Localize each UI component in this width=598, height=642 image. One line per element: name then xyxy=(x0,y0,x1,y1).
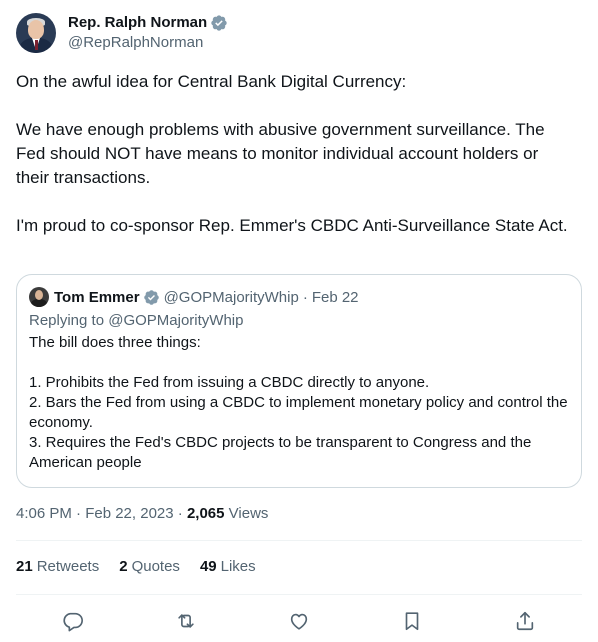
verified-badge-icon xyxy=(211,15,227,31)
reply-icon xyxy=(62,612,83,632)
quoted-author-handle: @GOPMajorityWhip xyxy=(163,288,299,306)
quoted-author-avatar xyxy=(29,287,49,307)
tweet-text: On the awful idea for Central Bank Digit… xyxy=(16,72,568,235)
retweets-label: Retweets xyxy=(36,558,100,575)
bookmark-icon xyxy=(405,612,419,631)
action-bar xyxy=(16,604,582,638)
tweet-timestamp[interactable]: 4:06 PM · Feb 22, 2023 xyxy=(16,505,174,522)
quoted-author-display-name: Tom Emmer xyxy=(54,288,140,306)
likes-count: 49 xyxy=(199,558,217,575)
meta-separator: · xyxy=(177,505,183,522)
quoted-date: Feb 22 xyxy=(311,288,359,306)
tweet-meta: 4:06 PM · Feb 22, 2023 · 2,065 Views xyxy=(16,504,268,524)
reply-button[interactable] xyxy=(56,604,90,638)
retweets-count: 21 xyxy=(16,558,33,575)
author-avatar[interactable] xyxy=(16,13,56,53)
author-display-name[interactable]: Rep. Ralph Norman xyxy=(68,13,207,33)
quoted-separator: · xyxy=(302,288,308,306)
verified-badge-icon xyxy=(143,289,159,305)
engagement-stats: 21 Retweets 2 Quotes 49 Likes xyxy=(16,557,276,577)
share-icon xyxy=(517,611,534,631)
likes-label: Likes xyxy=(220,558,256,575)
views-label: Views xyxy=(228,505,269,522)
retweet-button[interactable] xyxy=(169,604,203,638)
retweet-icon xyxy=(178,614,194,628)
quoted-tweet[interactable]: Tom Emmer @GOPMajorityWhip · Feb 22 Repl… xyxy=(16,274,582,488)
quoted-tweet-header: Tom Emmer @GOPMajorityWhip · Feb 22 xyxy=(29,287,569,307)
quoted-replying-to: Replying to @GOPMajorityWhip xyxy=(29,312,244,329)
quotes-label: Quotes xyxy=(131,558,180,575)
like-button[interactable] xyxy=(282,604,316,638)
retweets-stat[interactable]: 21 Retweets xyxy=(16,557,99,577)
quotes-stat[interactable]: 2 Quotes xyxy=(119,557,180,577)
heart-icon xyxy=(290,613,308,630)
divider xyxy=(16,540,582,541)
quotes-count: 2 xyxy=(119,558,128,575)
author-names: Rep. Ralph Norman @RepRalphNorman xyxy=(68,13,228,53)
views-count: 2,065 xyxy=(186,505,225,522)
divider xyxy=(16,594,582,595)
bookmark-button[interactable] xyxy=(395,604,429,638)
tweet-header: Rep. Ralph Norman @RepRalphNorman xyxy=(16,12,582,54)
likes-stat[interactable]: 49 Likes xyxy=(200,557,256,577)
share-button[interactable] xyxy=(508,604,542,638)
author-handle[interactable]: @RepRalphNorman xyxy=(68,33,228,53)
quoted-tweet-text: The bill does three things: 1. Prohibits… xyxy=(29,334,568,471)
